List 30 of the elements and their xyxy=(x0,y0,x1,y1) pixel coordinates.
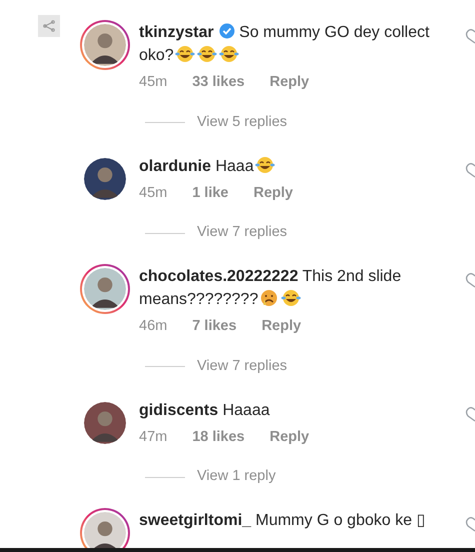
reply-link[interactable]: Reply xyxy=(262,316,302,338)
comment-time: 45m xyxy=(139,184,168,202)
laughing-emoji-icon xyxy=(196,45,217,63)
comment-time: 46m xyxy=(139,317,168,336)
comment-text: gidiscents Haaaa xyxy=(139,400,271,420)
view-replies-link[interactable]: View 7 replies xyxy=(197,222,288,244)
comment-time: 47m xyxy=(139,428,168,446)
laughing-emoji-icon xyxy=(254,156,275,174)
likes-count[interactable]: 7 likes xyxy=(192,316,237,338)
comment-text: olardunie Haaa xyxy=(139,154,434,178)
laughing-emoji-icon xyxy=(174,45,195,63)
avatar-icon[interactable] xyxy=(84,158,126,200)
view-replies-link[interactable]: View 5 replies xyxy=(197,112,288,134)
crying-emoji-icon xyxy=(259,289,280,307)
laughing-emoji-icon xyxy=(218,45,239,63)
share-icon xyxy=(43,20,55,32)
avatar-icon[interactable] xyxy=(84,402,126,444)
reply-link[interactable]: Reply xyxy=(270,72,310,94)
comment-text: sweetgirltomi_ Mummy G o gboko ke ▯ xyxy=(139,511,426,531)
likes-count[interactable]: 1 like xyxy=(192,182,228,204)
comment-text: chocolates.20222222 This 2nd slide means???????? xyxy=(139,267,402,310)
view-replies-link[interactable]: View 1 reply xyxy=(197,466,276,488)
reply-link[interactable]: Reply xyxy=(270,426,310,448)
reply-link[interactable]: Reply xyxy=(254,182,293,204)
comment-text: tkinzystar So mummy GO dey collect oko? xyxy=(139,22,430,66)
comment-time: 45m xyxy=(139,73,168,92)
view-replies-link[interactable]: View 7 replies xyxy=(197,356,288,378)
likes-count[interactable]: 33 likes xyxy=(192,72,245,94)
likes-count[interactable]: 18 likes xyxy=(192,426,245,448)
laughing-emoji-icon xyxy=(281,289,302,307)
